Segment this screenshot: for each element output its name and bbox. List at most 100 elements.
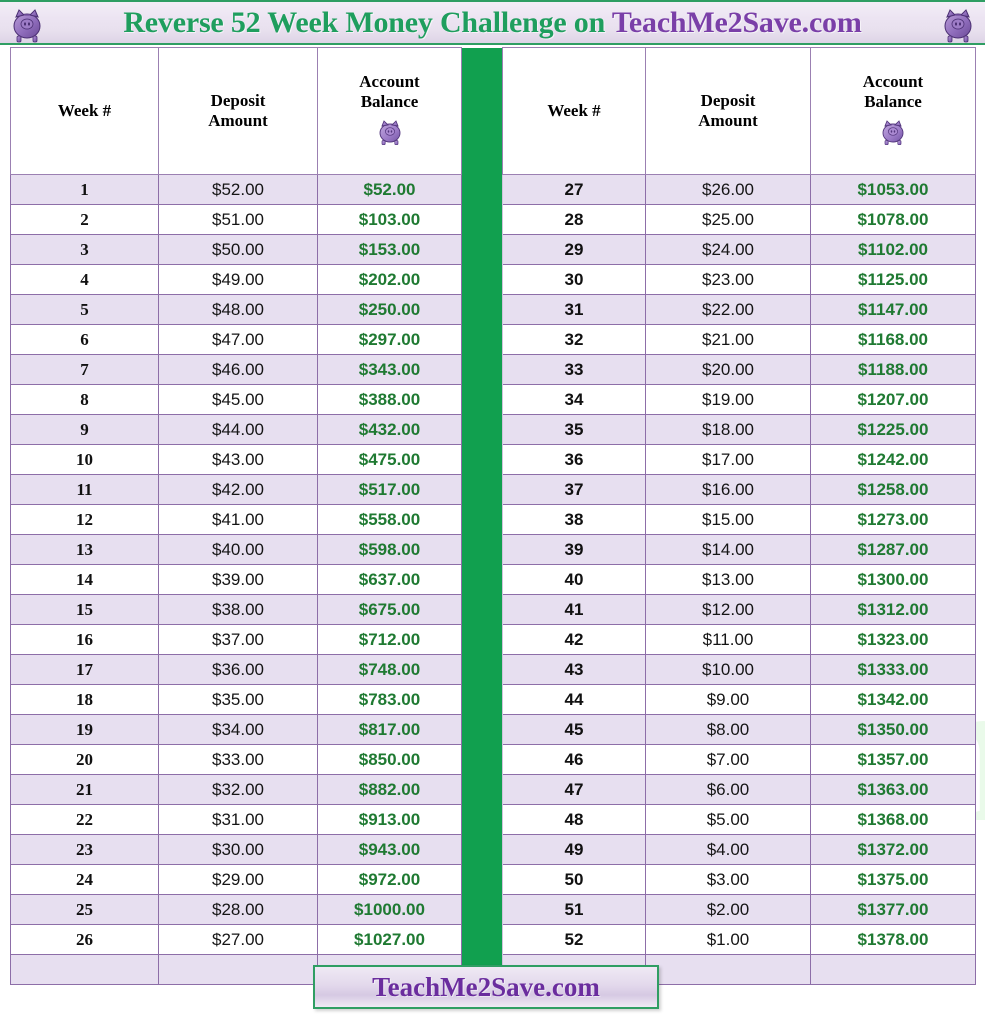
cell-deposit-left: $27.00 xyxy=(158,924,318,955)
cell-deposit-right: $8.00 xyxy=(645,714,811,745)
cell-deposit-left: $39.00 xyxy=(158,564,318,595)
cell-deposit-left: $36.00 xyxy=(158,654,318,685)
table-row: 5 $48.00 $250.00 31 $22.00 $1147.00 xyxy=(10,294,976,325)
header-deposit-left-line2: Amount xyxy=(208,111,268,130)
cell-balance-left: $637.00 xyxy=(317,564,462,595)
table-row: 2 $51.00 $103.00 28 $25.00 $1078.00 xyxy=(10,204,976,235)
cell-deposit-right: $6.00 xyxy=(645,774,811,805)
cell-balance-right: $1368.00 xyxy=(810,804,976,835)
cell-balance-left: $972.00 xyxy=(317,864,462,895)
cell-week-right: 28 xyxy=(502,204,646,235)
table-row: 15 $38.00 $675.00 41 $12.00 $1312.00 xyxy=(10,594,976,625)
header-balance-left-line2: Balance xyxy=(360,92,419,112)
cell-week-left: 14 xyxy=(10,564,159,595)
header-deposit-left: Deposit Amount xyxy=(158,47,318,175)
header-week-left-label: Week # xyxy=(57,100,112,120)
cell-week-left: 26 xyxy=(10,924,159,955)
cell-balance-right: $1168.00 xyxy=(810,324,976,355)
cell-week-left: 19 xyxy=(10,714,159,745)
cell-balance-right: $1188.00 xyxy=(810,354,976,385)
table-row: 19 $34.00 $817.00 45 $8.00 $1350.00 xyxy=(10,714,976,745)
cell-balance-right: $1078.00 xyxy=(810,204,976,235)
center-divider-cell xyxy=(461,174,503,205)
table-row: 26 $27.00 $1027.00 52 $1.00 $1378.00 xyxy=(10,924,976,955)
cell-week-left: 11 xyxy=(10,474,159,505)
cell-balance-left: $913.00 xyxy=(317,804,462,835)
table-row: 18 $35.00 $783.00 44 $9.00 $1342.00 xyxy=(10,684,976,715)
cell-deposit-right: $26.00 xyxy=(645,174,811,205)
table-row: 6 $47.00 $297.00 32 $21.00 $1168.00 xyxy=(10,324,976,355)
cell-deposit-right: $11.00 xyxy=(645,624,811,655)
cell-week-right: 38 xyxy=(502,504,646,535)
cell-deposit-left: $40.00 xyxy=(158,534,318,565)
header-week-right: Week # xyxy=(502,47,646,175)
table-row: 16 $37.00 $712.00 42 $11.00 $1323.00 xyxy=(10,624,976,655)
cell-balance-right: $1102.00 xyxy=(810,234,976,265)
cell-balance-left: $598.00 xyxy=(317,534,462,565)
site-footer-label: TeachMe2Save.com xyxy=(372,971,600,1002)
cell-deposit-right: $24.00 xyxy=(645,234,811,265)
table-row: 14 $39.00 $637.00 40 $13.00 $1300.00 xyxy=(10,564,976,595)
table-row: 23 $30.00 $943.00 49 $4.00 $1372.00 xyxy=(10,834,976,865)
cell-balance-right: $1357.00 xyxy=(810,744,976,775)
table-row: 17 $36.00 $748.00 43 $10.00 $1333.00 xyxy=(10,654,976,685)
cell-deposit-left: $43.00 xyxy=(158,444,318,475)
cell-deposit-left: $48.00 xyxy=(158,294,318,325)
cell-deposit-right: $14.00 xyxy=(645,534,811,565)
cell-week-left: 15 xyxy=(10,594,159,625)
piggy-bank-icon xyxy=(941,5,975,43)
cell-deposit-left: $29.00 xyxy=(158,864,318,895)
center-divider-cell xyxy=(461,834,503,865)
header-deposit-left-line1: Deposit xyxy=(210,90,266,110)
table-header-row: Week # Deposit Amount Account Balance We… xyxy=(10,47,976,175)
cell-balance-right: $1258.00 xyxy=(810,474,976,505)
center-divider-cell xyxy=(461,324,503,355)
table-row: 25 $28.00 $1000.00 51 $2.00 $1377.00 xyxy=(10,894,976,925)
header-balance-right-line1: Account xyxy=(862,72,924,92)
center-divider-cell xyxy=(461,234,503,265)
cell-week-right: 40 xyxy=(502,564,646,595)
center-divider-cell xyxy=(461,654,503,685)
cell-balance-right: $1242.00 xyxy=(810,444,976,475)
site-footer-plaque[interactable]: TeachMe2Save.com xyxy=(313,965,659,1009)
cell-balance-right: $1312.00 xyxy=(810,594,976,625)
piggy-bank-icon xyxy=(880,117,906,145)
center-divider-cell xyxy=(461,774,503,805)
cell-deposit-right: $7.00 xyxy=(645,744,811,775)
cell-balance-right: $1377.00 xyxy=(810,894,976,925)
cell-deposit-left: $41.00 xyxy=(158,504,318,535)
cell-week-right: 33 xyxy=(502,354,646,385)
cell-deposit-left: $30.00 xyxy=(158,834,318,865)
cell-week-left: 17 xyxy=(10,654,159,685)
cell-balance-right: $1147.00 xyxy=(810,294,976,325)
table-row: 7 $46.00 $343.00 33 $20.00 $1188.00 xyxy=(10,354,976,385)
cell-week-right: 39 xyxy=(502,534,646,565)
cell-balance-left: $343.00 xyxy=(317,354,462,385)
cell-balance-right: $1125.00 xyxy=(810,264,976,295)
cell-week-right: 29 xyxy=(502,234,646,265)
cell-balance-right: $1375.00 xyxy=(810,864,976,895)
cell-deposit-left: $28.00 xyxy=(158,894,318,925)
cell-deposit-right: $19.00 xyxy=(645,384,811,415)
cell-balance-left: $783.00 xyxy=(317,684,462,715)
cell-deposit-left: $42.00 xyxy=(158,474,318,505)
cell-deposit-right: $23.00 xyxy=(645,264,811,295)
bottom-strip xyxy=(0,1012,985,1024)
cell-balance-left: $712.00 xyxy=(317,624,462,655)
cell-week-left: 23 xyxy=(10,834,159,865)
cell-deposit-left: $47.00 xyxy=(158,324,318,355)
cell-week-left: 3 xyxy=(10,234,159,265)
center-divider-cell xyxy=(461,594,503,625)
savings-schedule-table: Week # Deposit Amount Account Balance We… xyxy=(10,47,976,985)
cell-deposit-left: $37.00 xyxy=(158,624,318,655)
cell-deposit-right: $17.00 xyxy=(645,444,811,475)
cell-deposit-right: $5.00 xyxy=(645,804,811,835)
cell-balance-left: $517.00 xyxy=(317,474,462,505)
empty-cell xyxy=(645,954,811,985)
cell-balance-left: $1000.00 xyxy=(317,894,462,925)
table-row: 3 $50.00 $153.00 29 $24.00 $1102.00 xyxy=(10,234,976,265)
cell-balance-right: $1342.00 xyxy=(810,684,976,715)
empty-cell xyxy=(810,954,976,985)
cell-balance-right: $1363.00 xyxy=(810,774,976,805)
center-divider-cell xyxy=(461,894,503,925)
